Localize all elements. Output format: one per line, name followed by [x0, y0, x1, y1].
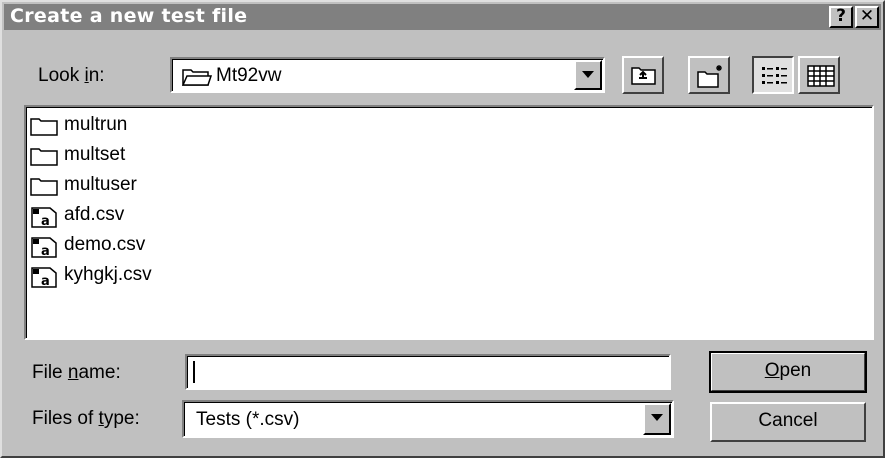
svg-text:a: a — [41, 274, 50, 288]
csv-file-icon: a — [31, 207, 57, 228]
title-bar[interactable]: Create a new test file ? ✕ — [4, 4, 881, 30]
cancel-button[interactable]: Cancel — [710, 402, 866, 442]
csv-file-icon: a — [31, 267, 57, 288]
file-name: kyhgkj.csv — [64, 264, 152, 285]
file-name: multuser — [64, 174, 137, 195]
open-button[interactable]: Open — [709, 351, 867, 393]
file-type-dropdown[interactable]: Tests (*.csv) — [182, 400, 674, 438]
list-view-button[interactable] — [752, 56, 794, 94]
chevron-down-icon — [651, 414, 663, 421]
look-in-dropdown[interactable]: Mt92vw — [170, 57, 605, 93]
details-view-button[interactable] — [798, 56, 840, 94]
help-button[interactable]: ? — [829, 6, 853, 28]
folder-icon — [30, 118, 58, 136]
create-new-folder-button[interactable] — [688, 56, 730, 94]
look-in-value: Mt92vw — [216, 65, 282, 86]
up-one-level-button[interactable] — [622, 56, 664, 94]
folder-open-icon — [182, 69, 212, 86]
csv-file-icon: a — [31, 237, 57, 258]
close-icon: ✕ — [859, 6, 875, 26]
new-folder-icon — [697, 65, 722, 88]
file-name: afd.csv — [64, 204, 125, 225]
list-view-icon — [762, 67, 787, 84]
file-name-label: File name: — [32, 362, 121, 383]
chevron-down-icon — [582, 71, 594, 78]
file-name: multset — [64, 144, 126, 165]
close-button[interactable]: ✕ — [855, 6, 879, 28]
file-name: multrun — [64, 114, 128, 135]
folder-icon — [30, 178, 58, 196]
file-type-dropdown-button[interactable] — [643, 403, 671, 435]
help-icon: ? — [836, 6, 846, 26]
file-name: demo.csv — [64, 234, 146, 255]
folder-icon — [30, 148, 58, 166]
file-list[interactable]: multrun multset multuser a afd.csv a dem… — [24, 105, 874, 340]
dialog-title: Create a new test file — [10, 5, 248, 27]
text-cursor — [193, 361, 195, 383]
svg-text:a: a — [41, 244, 50, 258]
file-type-value: Tests (*.csv) — [196, 409, 300, 430]
look-in-label: Look in: — [38, 65, 105, 86]
look-in-dropdown-button[interactable] — [574, 60, 602, 90]
file-name-input[interactable] — [185, 354, 671, 390]
create-test-file-dialog: Create a new test file ? ✕ Look in: Mt92… — [0, 0, 885, 458]
file-type-label: Files of type: — [32, 408, 140, 429]
up-folder-icon — [631, 67, 656, 85]
details-view-icon — [807, 65, 835, 87]
svg-text:a: a — [41, 214, 50, 228]
